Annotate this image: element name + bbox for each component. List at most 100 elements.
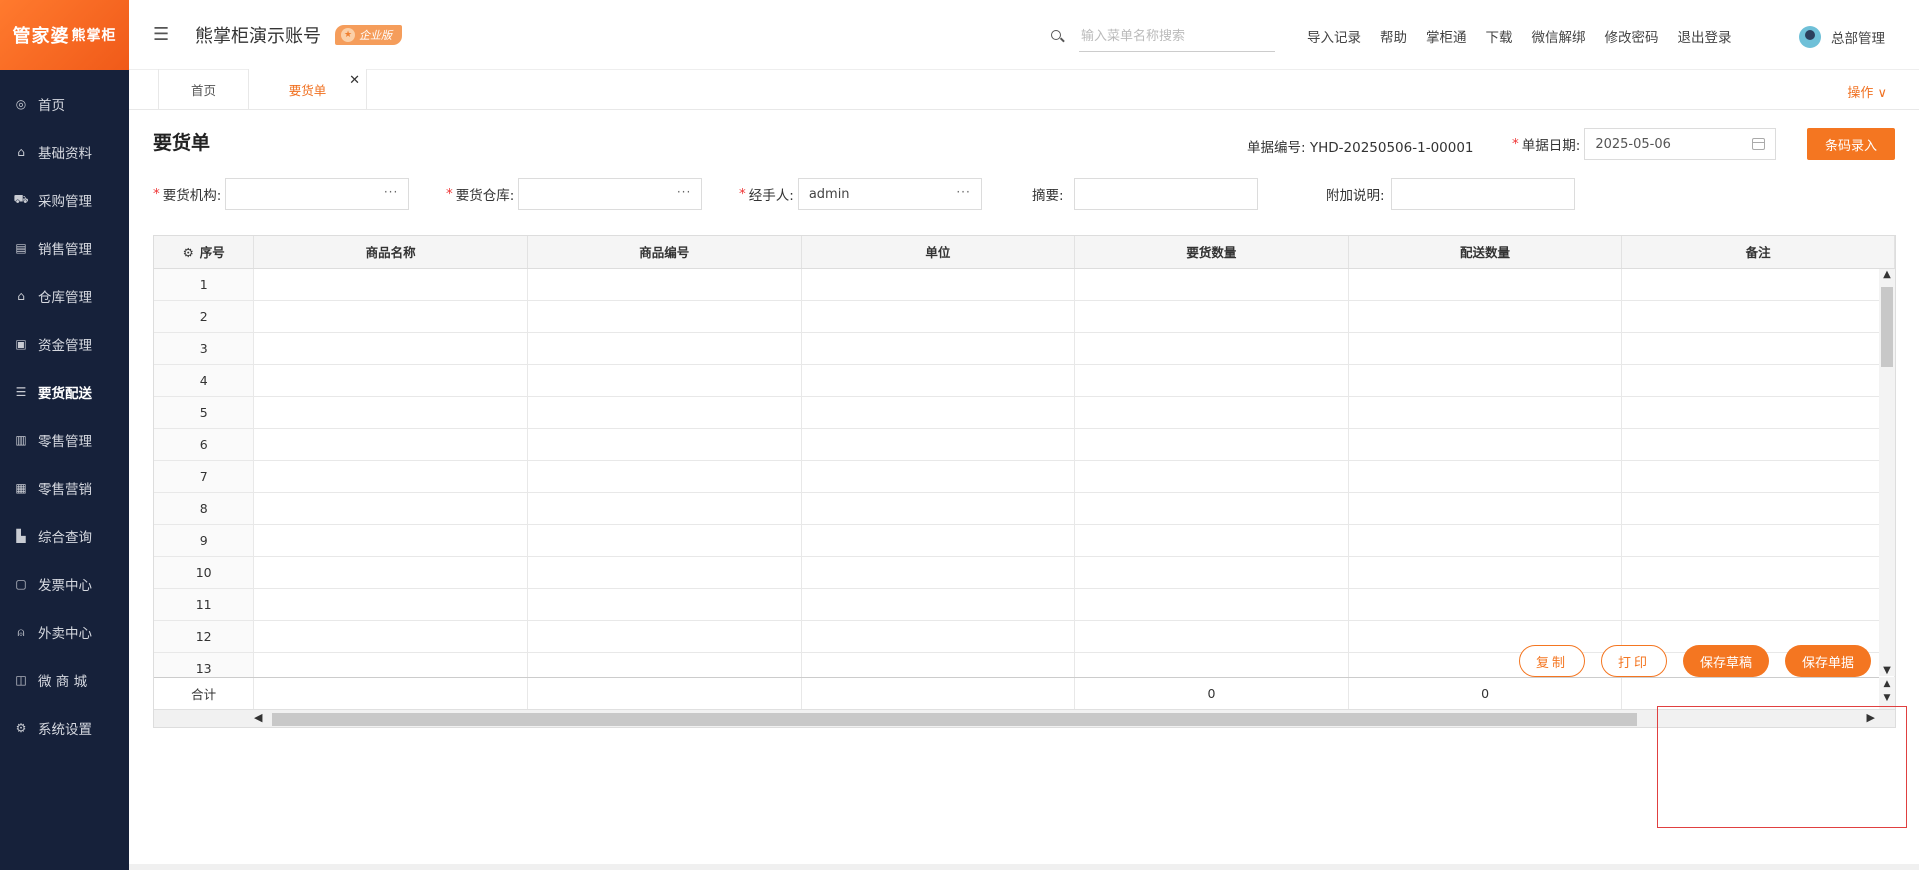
table-row[interactable]: 10: [154, 556, 1895, 589]
grid-cell[interactable]: [1348, 556, 1623, 589]
logo[interactable]: 管家婆 熊掌柜: [0, 0, 129, 70]
grid-cell[interactable]: [1074, 588, 1349, 621]
grid-cell[interactable]: [253, 620, 528, 653]
grid-cell[interactable]: [527, 524, 802, 557]
scroll-up-icon[interactable]: ▲: [1879, 269, 1895, 280]
grid-cell[interactable]: [801, 428, 1076, 461]
grid-cell[interactable]: [253, 332, 528, 365]
table-row[interactable]: 4: [154, 364, 1895, 397]
grid-cell[interactable]: [1348, 268, 1623, 301]
grid-cell[interactable]: [1621, 524, 1895, 557]
scroll-up-icon[interactable]: ▲: [1879, 677, 1895, 691]
horizontal-scrollbar[interactable]: ◀ ▶: [154, 709, 1895, 727]
settings-icon[interactable]: ⚙: [183, 245, 194, 260]
sidebar-item-basic-data[interactable]: ⌂ 基础资料: [0, 128, 129, 176]
sidebar-item-invoice[interactable]: ▢ 发票中心: [0, 560, 129, 608]
grid-cell[interactable]: [801, 524, 1076, 557]
grid-cell[interactable]: [801, 492, 1076, 525]
sidebar-item-retail[interactable]: ▥ 零售管理: [0, 416, 129, 464]
grid-cell[interactable]: [253, 396, 528, 429]
scroll-left-icon[interactable]: ◀: [254, 711, 262, 724]
col-index[interactable]: ⚙ 序号: [154, 236, 255, 269]
grid-cell[interactable]: [1621, 588, 1895, 621]
grid-cell[interactable]: [527, 556, 802, 589]
grid-cell[interactable]: [1621, 556, 1895, 589]
link-zhanggui-tong[interactable]: 掌柜通: [1426, 26, 1467, 46]
tab-home[interactable]: 首页: [158, 69, 248, 109]
grid-cell[interactable]: [801, 588, 1076, 621]
grid-cell[interactable]: [527, 332, 802, 365]
print-button[interactable]: 打印: [1601, 645, 1668, 677]
search-input[interactable]: [1079, 22, 1275, 52]
link-logout[interactable]: 退出登录: [1678, 26, 1732, 46]
grid-cell[interactable]: [1348, 300, 1623, 333]
col-product-name[interactable]: 商品名称: [253, 236, 528, 269]
link-change-password[interactable]: 修改密码: [1605, 26, 1659, 46]
grid-cell[interactable]: [801, 300, 1076, 333]
grid-cell[interactable]: [1074, 524, 1349, 557]
scroll-thumb[interactable]: [1881, 287, 1893, 367]
grid-cell[interactable]: [1074, 268, 1349, 301]
sidebar-item-warehouse[interactable]: ⌂ 仓库管理: [0, 272, 129, 320]
link-download[interactable]: 下载: [1486, 26, 1513, 46]
grid-cell[interactable]: [1348, 492, 1623, 525]
org-field[interactable]: ···: [225, 178, 410, 210]
grid-cell[interactable]: [253, 524, 528, 557]
grid-cell[interactable]: [527, 588, 802, 621]
sidebar-item-requisition[interactable]: ☰ 要货配送: [0, 368, 129, 416]
table-row[interactable]: 1: [154, 268, 1895, 301]
tab-requisition[interactable]: 要货单 ✕: [248, 69, 367, 109]
grid-cell[interactable]: [1621, 268, 1895, 301]
scroll-down-icon[interactable]: ▼: [1879, 691, 1895, 705]
col-remark[interactable]: 备注: [1621, 236, 1895, 269]
menu-toggle-icon[interactable]: ☰: [153, 24, 169, 45]
grid-cell[interactable]: [801, 364, 1076, 397]
copy-button[interactable]: 复制: [1519, 645, 1586, 677]
user-menu[interactable]: 总部管理: [1799, 26, 1885, 48]
link-wechat-unbind[interactable]: 微信解绑: [1532, 26, 1586, 46]
scroll-thumb[interactable]: [272, 713, 1637, 726]
grid-cell[interactable]: [253, 428, 528, 461]
sidebar-item-marketing[interactable]: ▦ 零售营销: [0, 464, 129, 512]
grid-cell[interactable]: [1074, 620, 1349, 653]
grid-cell[interactable]: [1074, 300, 1349, 333]
grid-cell[interactable]: [801, 332, 1076, 365]
grid-cell[interactable]: [1621, 396, 1895, 429]
table-row[interactable]: 11: [154, 588, 1895, 621]
handler-field[interactable]: admin ···: [797, 178, 982, 210]
grid-cell[interactable]: [1074, 332, 1349, 365]
col-delivery-qty[interactable]: 配送数量: [1348, 236, 1623, 269]
grid-cell[interactable]: [527, 620, 802, 653]
grid-cell[interactable]: [253, 364, 528, 397]
link-import-records[interactable]: 导入记录: [1307, 26, 1361, 46]
doc-date-field[interactable]: 2025-05-06: [1584, 128, 1777, 160]
vertical-scrollbar[interactable]: ▲ ▼: [1879, 269, 1895, 676]
grid-cell[interactable]: [1621, 332, 1895, 365]
grid-cell[interactable]: [1074, 396, 1349, 429]
table-row[interactable]: 8: [154, 492, 1895, 525]
grid-cell[interactable]: [1348, 396, 1623, 429]
grid-cell[interactable]: [253, 268, 528, 301]
grid-cell[interactable]: [1074, 556, 1349, 589]
grid-cell[interactable]: [527, 364, 802, 397]
grid-cell[interactable]: [253, 300, 528, 333]
grid-cell[interactable]: [527, 300, 802, 333]
table-row[interactable]: 2: [154, 300, 1895, 333]
grid-cell[interactable]: [1621, 300, 1895, 333]
grid-cell[interactable]: [527, 268, 802, 301]
grid-cell[interactable]: [1074, 428, 1349, 461]
grid-cell[interactable]: [1074, 364, 1349, 397]
table-row[interactable]: 3: [154, 332, 1895, 365]
table-row[interactable]: 9: [154, 524, 1895, 557]
grid-cell[interactable]: [527, 492, 802, 525]
more-icon[interactable]: ···: [384, 185, 398, 199]
link-help[interactable]: 帮助: [1380, 26, 1407, 46]
grid-cell[interactable]: [1074, 492, 1349, 525]
grid-cell[interactable]: [1348, 428, 1623, 461]
grid-cell[interactable]: [253, 492, 528, 525]
grid-cell[interactable]: [1074, 460, 1349, 493]
grid-cell[interactable]: [1621, 460, 1895, 493]
sidebar-item-purchase[interactable]: ⛟ 采购管理: [0, 176, 129, 224]
table-row[interactable]: 7: [154, 460, 1895, 493]
more-icon[interactable]: ···: [956, 185, 970, 199]
